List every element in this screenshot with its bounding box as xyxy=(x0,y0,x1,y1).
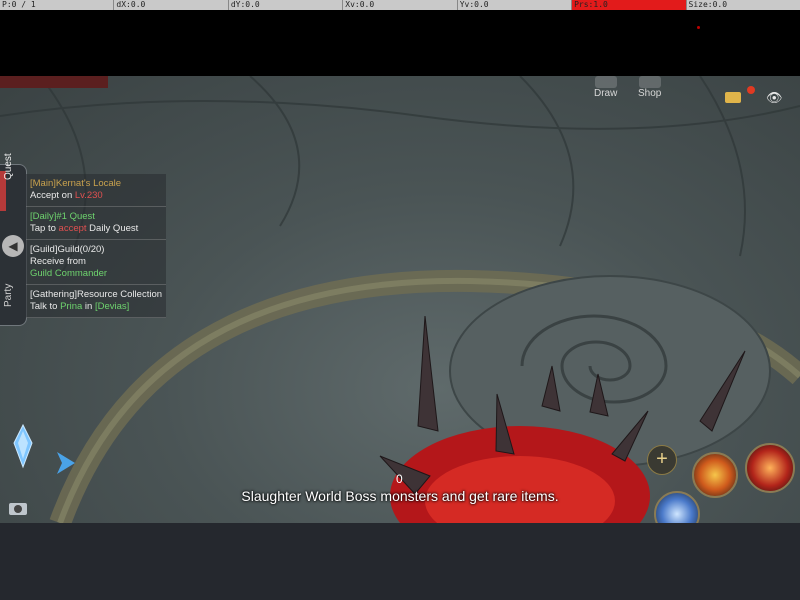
quest-detail-text: in xyxy=(82,301,95,312)
quest-title: [Main]Kernat's Locale xyxy=(30,178,122,189)
quest-item-daily[interactable]: [Daily]#1 Quest Tap to accept Daily Ques… xyxy=(26,207,166,240)
arrow-right-icon[interactable] xyxy=(55,450,77,476)
delta-x: dX:0.0 xyxy=(113,0,227,10)
collapse-arrow-icon[interactable]: ◀ xyxy=(2,235,24,257)
quest-item-gathering[interactable]: [Gathering]Resource Collection Talk to P… xyxy=(26,285,166,318)
crystal-icon[interactable] xyxy=(8,423,38,471)
bottom-bar xyxy=(0,523,800,600)
size: Size:0.0 xyxy=(685,0,800,10)
tab-party[interactable]: Party xyxy=(3,284,14,307)
flame-orb-skill-icon[interactable] xyxy=(745,443,795,493)
quest-list: [Main]Kernat's Locale Accept on Lv.230 [… xyxy=(26,174,166,318)
velocity-x: Xv:0.0 xyxy=(342,0,456,10)
camera-icon[interactable] xyxy=(9,503,27,515)
pointer-trace-dot xyxy=(697,26,700,29)
quest-title: [Daily]#1 Quest xyxy=(30,211,95,222)
quest-location: [Devias] xyxy=(94,301,130,312)
draw-button[interactable]: Draw xyxy=(594,76,617,99)
mail-icon[interactable] xyxy=(725,92,741,103)
quest-detail: Tap to accept Daily Quest xyxy=(30,223,162,235)
pressure: Prs:1.0 xyxy=(571,0,686,10)
pointer-location-overlay: P:0 / 1 dX:0.0 dY:0.0 Xv:0.0 Yv:0.0 Prs:… xyxy=(0,0,800,10)
eye-icon[interactable]: 👁 xyxy=(766,91,786,104)
shop-button[interactable]: Shop xyxy=(638,76,661,99)
game-viewport[interactable]: Draw Shop 👁 Quest ◀ Party [Main]Kernat's… xyxy=(0,76,800,523)
quest-title: [Gathering]Resource Collection xyxy=(30,289,163,300)
draw-label: Draw xyxy=(594,88,618,99)
delta-y: dY:0.0 xyxy=(227,0,342,10)
quest-title: [Guild]Guild(0/20) xyxy=(30,244,105,255)
quest-npc: Prina xyxy=(60,301,83,312)
expand-skills-button[interactable]: + xyxy=(647,445,677,475)
draw-icon xyxy=(594,76,617,88)
quest-detail-text: Talk to xyxy=(30,301,61,312)
top-left-banner xyxy=(0,76,108,88)
quest-detail: Accept on Lv.230 xyxy=(30,190,162,202)
quest-detail: Receive from xyxy=(30,256,86,267)
notification-dot xyxy=(747,86,755,94)
velocity-y: Yv:0.0 xyxy=(456,0,571,10)
event-hint-text: Slaughter World Boss monsters and get ra… xyxy=(241,488,559,504)
quest-item-guild[interactable]: [Guild]Guild(0/20) Receive from Guild Co… xyxy=(26,240,166,285)
quest-npc: Guild Commander xyxy=(30,268,108,279)
quest-detail-text: Daily Quest xyxy=(86,223,139,234)
quest-detail-text: Tap to xyxy=(30,223,59,234)
shop-label: Shop xyxy=(638,88,662,99)
pointer-count: P:0 / 1 xyxy=(2,0,36,9)
tab-quest[interactable]: Quest xyxy=(3,153,14,180)
quest-detail: Talk to Prina in [Devias] xyxy=(30,301,162,313)
quest-level-requirement: Lv.230 xyxy=(74,190,103,201)
shop-icon xyxy=(638,76,661,88)
quest-detail-text: Accept on xyxy=(30,190,75,201)
kill-counter: 0 xyxy=(396,472,403,486)
quest-accept-link: accept xyxy=(58,223,87,234)
quest-item-main[interactable]: [Main]Kernat's Locale Accept on Lv.230 xyxy=(26,174,166,207)
